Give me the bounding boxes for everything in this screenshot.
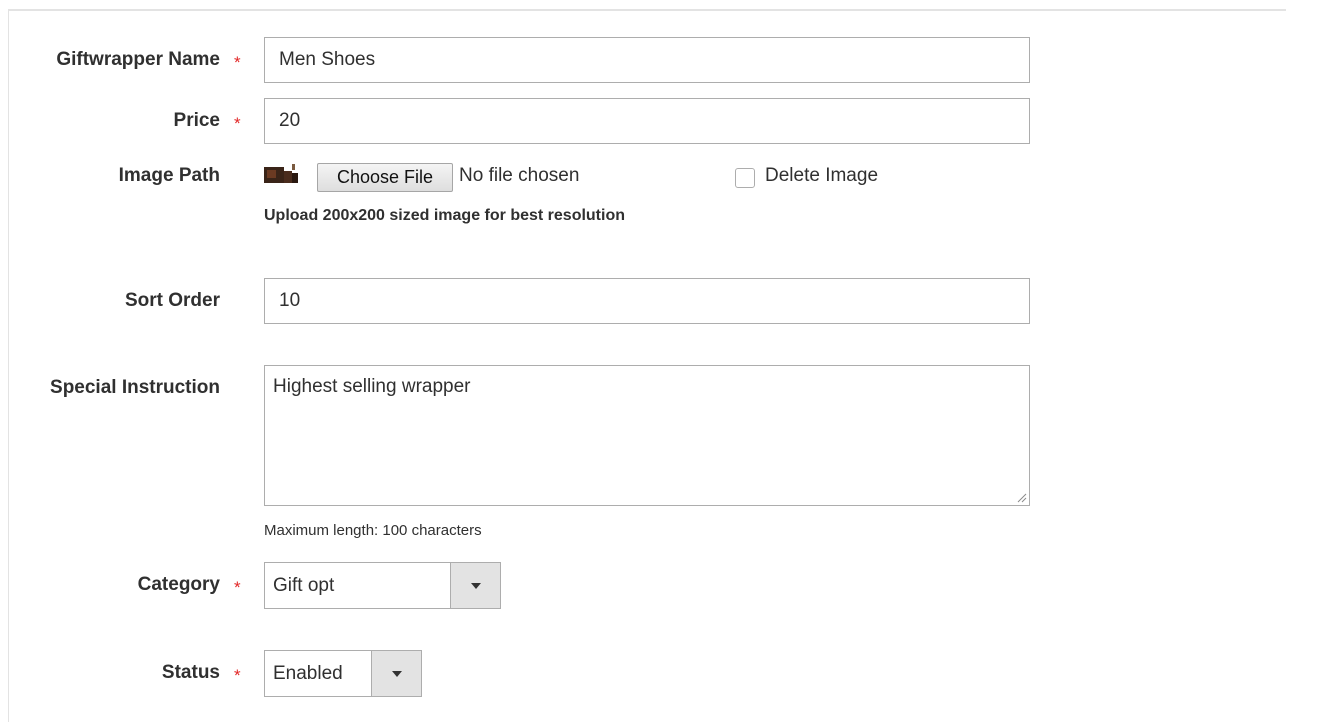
chevron-down-icon[interactable] bbox=[371, 651, 421, 696]
required-asterisk: * bbox=[234, 578, 241, 597]
giftwrapper-form: Giftwrapper Name * Men Shoes Price * 20 … bbox=[0, 0, 1336, 722]
category-selected-value: Gift opt bbox=[273, 574, 335, 596]
giftwrapper-name-input[interactable]: Men Shoes bbox=[264, 37, 1030, 83]
status-selected-value: Enabled bbox=[273, 662, 343, 684]
chevron-down-icon[interactable] bbox=[450, 563, 500, 608]
category-label: Category bbox=[137, 574, 220, 595]
status-label: Status bbox=[161, 662, 220, 683]
special-instruction-textarea[interactable]: Highest selling wrapper bbox=[264, 365, 1030, 506]
price-input[interactable]: 20 bbox=[264, 98, 1030, 144]
special-instruction-label: Special Instruction bbox=[50, 377, 220, 398]
special-instruction-value: Highest selling wrapper bbox=[273, 376, 471, 397]
status-select[interactable]: Enabled bbox=[264, 650, 422, 697]
image-thumbnail-icon bbox=[264, 163, 298, 183]
sort-order-label: Sort Order bbox=[124, 290, 220, 311]
category-select[interactable]: Gift opt bbox=[264, 562, 501, 609]
delete-image-checkbox[interactable] bbox=[735, 168, 755, 188]
price-label: Price bbox=[173, 110, 220, 131]
required-asterisk: * bbox=[234, 114, 241, 133]
resize-handle-icon[interactable] bbox=[1017, 493, 1027, 503]
required-asterisk: * bbox=[234, 666, 241, 685]
required-asterisk: * bbox=[234, 53, 241, 72]
choose-file-button[interactable]: Choose File bbox=[317, 163, 453, 192]
delete-image-label[interactable]: Delete Image bbox=[765, 165, 878, 187]
image-upload-hint: Upload 200x200 sized image for best reso… bbox=[264, 207, 625, 224]
file-status-text: No file chosen bbox=[459, 165, 580, 186]
top-divider bbox=[8, 9, 1286, 11]
sort-order-input[interactable]: 10 bbox=[264, 278, 1030, 324]
left-divider bbox=[8, 9, 9, 722]
giftwrapper-name-label: Giftwrapper Name bbox=[56, 49, 220, 70]
image-path-label: Image Path bbox=[118, 165, 220, 186]
max-length-note: Maximum length: 100 characters bbox=[264, 522, 482, 539]
